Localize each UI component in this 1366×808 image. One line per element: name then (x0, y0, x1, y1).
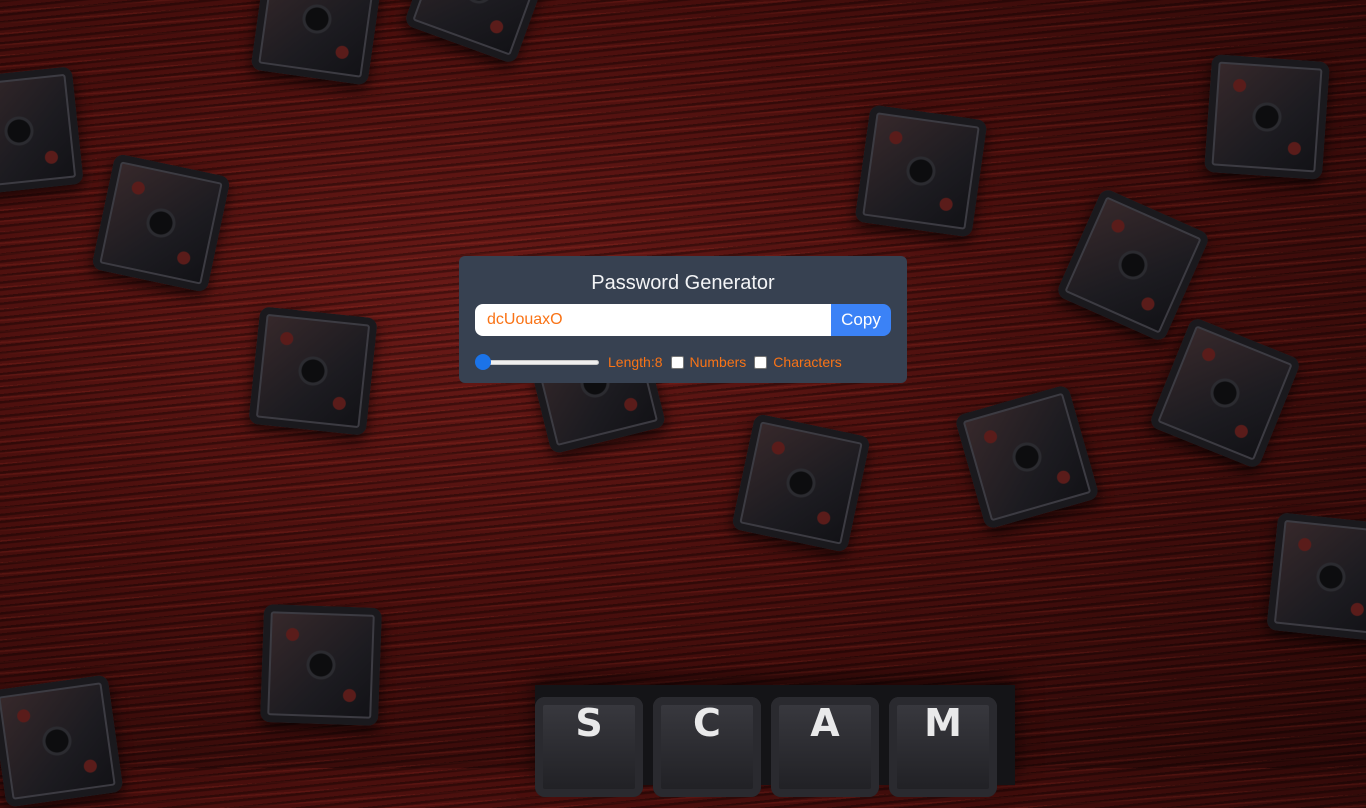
keycap-decoration (250, 0, 384, 86)
password-output[interactable] (475, 304, 831, 336)
numbers-checkbox[interactable] (670, 355, 684, 369)
key-c: C (653, 697, 761, 797)
copy-button[interactable]: Copy (831, 304, 891, 336)
app-title: Password Generator (591, 272, 775, 294)
keycap-decoration (954, 384, 1100, 530)
keycap-decoration (731, 413, 871, 553)
length-slider-thumb[interactable] (475, 354, 491, 370)
length-slider[interactable] (475, 353, 603, 371)
characters-checkbox[interactable] (754, 355, 768, 369)
keycap-decoration (1055, 187, 1211, 343)
options-row: Length:8 Numbers Characters (475, 353, 842, 371)
length-slider-track (479, 360, 599, 365)
characters-label[interactable]: Characters (773, 354, 841, 370)
keycap-decoration (91, 153, 231, 293)
keycap-decoration (259, 603, 383, 727)
keyboard-row: S C A M (535, 685, 1015, 797)
key-m: M (889, 697, 997, 797)
length-label: Length:8 (608, 354, 663, 370)
keycap-decoration (0, 674, 124, 808)
key-a: A (771, 697, 879, 797)
keycap-decoration (1266, 512, 1366, 642)
keycap-decoration (248, 306, 378, 436)
password-generator-card: Password Generator Copy Length:8 Numbers… (459, 256, 907, 383)
numbers-label[interactable]: Numbers (690, 354, 747, 370)
keycap-decoration (854, 104, 988, 238)
keycap-decoration (1204, 54, 1330, 180)
keycap-decoration (0, 66, 84, 196)
keycap-decoration (403, 0, 555, 65)
keycap-decoration (1148, 316, 1302, 470)
key-s: S (535, 697, 643, 797)
